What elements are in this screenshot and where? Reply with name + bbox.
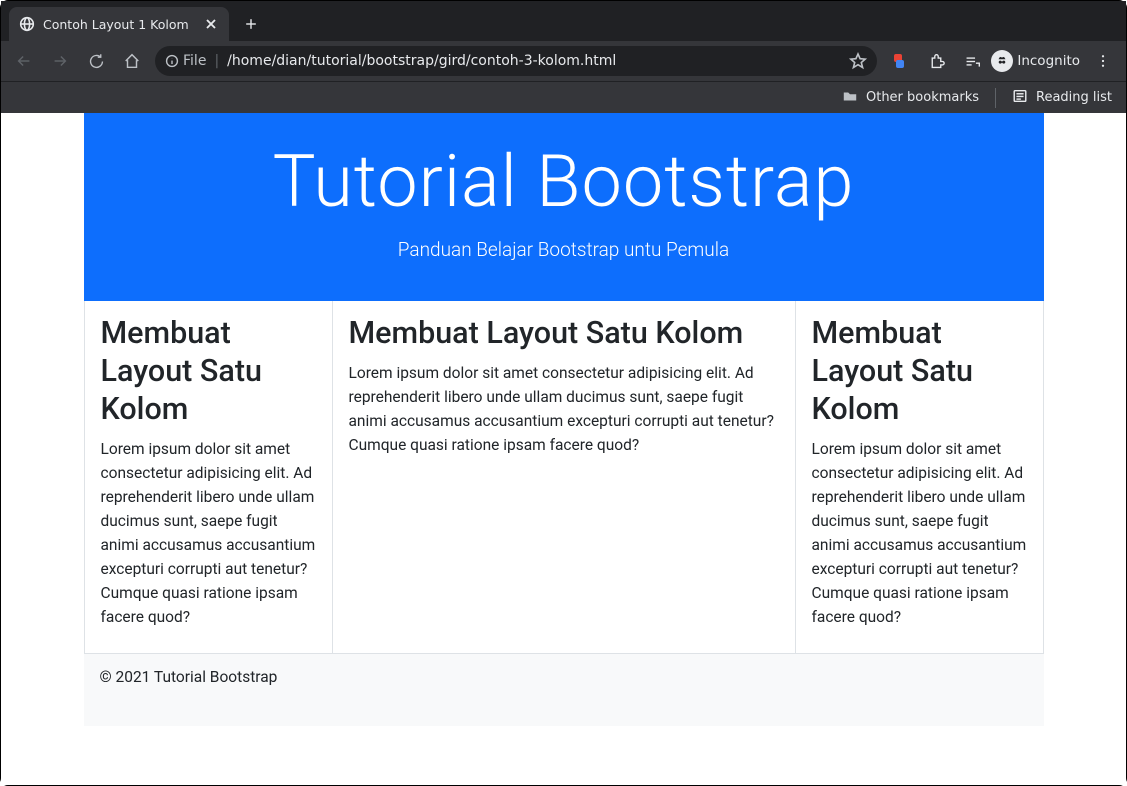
bookmarks-bar: Other bookmarks Reading list — [1, 81, 1126, 113]
article-body: Lorem ipsum dolor sit amet consectetur a… — [812, 437, 1027, 629]
article-title: Membuat Layout Satu Kolom — [812, 315, 1027, 429]
menu-button[interactable] — [1086, 46, 1120, 76]
page-viewport[interactable]: Tutorial Bootstrap Panduan Belajar Boots… — [1, 113, 1126, 785]
page-hero: Tutorial Bootstrap Panduan Belajar Boots… — [84, 113, 1044, 301]
globe-icon — [19, 16, 35, 32]
browser-toolbar: File | /home/dian/tutorial/bootstrap/gir… — [1, 41, 1126, 81]
home-button[interactable] — [115, 46, 149, 76]
hero-subtitle: Panduan Belajar Bootstrap untu Pemula — [84, 238, 1044, 261]
url-scheme-label: File — [183, 53, 206, 69]
article-column-1: Membuat Layout Satu Kolom Lorem ipsum do… — [84, 301, 333, 655]
url-separator: | — [214, 53, 219, 69]
browser-tab-active[interactable]: Contoh Layout 1 Kolom — [9, 7, 229, 41]
article-row: Membuat Layout Satu Kolom Lorem ipsum do… — [84, 301, 1044, 655]
bookmark-star-button[interactable] — [849, 52, 867, 70]
folder-icon — [842, 88, 858, 108]
article-column-3: Membuat Layout Satu Kolom Lorem ipsum do… — [796, 301, 1044, 655]
article-title: Membuat Layout Satu Kolom — [101, 315, 316, 429]
tab-title: Contoh Layout 1 Kolom — [43, 17, 195, 32]
article-column-2: Membuat Layout Satu Kolom Lorem ipsum do… — [333, 301, 796, 655]
forward-button[interactable] — [43, 46, 77, 76]
article-title: Membuat Layout Satu Kolom — [349, 315, 779, 353]
profile-avatar-button[interactable] — [991, 50, 1013, 72]
reading-list-icon — [1012, 88, 1028, 108]
close-tab-button[interactable] — [203, 16, 219, 32]
other-bookmarks-label: Other bookmarks — [866, 90, 979, 105]
tab-strip: Contoh Layout 1 Kolom — [1, 1, 1126, 41]
article-body: Lorem ipsum dolor sit amet consectetur a… — [349, 361, 779, 457]
browser-chrome: Contoh Layout 1 Kolom File | — [1, 1, 1126, 113]
new-tab-button[interactable] — [237, 10, 265, 38]
reading-list-button[interactable]: Reading list — [1006, 85, 1118, 111]
article-body: Lorem ipsum dolor sit amet consectetur a… — [101, 437, 316, 629]
separator — [995, 88, 996, 108]
reload-button[interactable] — [79, 46, 113, 76]
other-bookmarks-button[interactable]: Other bookmarks — [836, 85, 985, 111]
extensions-button[interactable] — [919, 46, 953, 76]
hero-title: Tutorial Bootstrap — [84, 141, 1044, 224]
media-control-button[interactable] — [955, 46, 989, 76]
incognito-label: Incognito — [1015, 53, 1084, 69]
address-bar[interactable]: File | /home/dian/tutorial/bootstrap/gir… — [155, 46, 877, 76]
page-container: Tutorial Bootstrap Panduan Belajar Boots… — [84, 113, 1044, 726]
footer-text: © 2021 Tutorial Bootstrap — [100, 668, 278, 686]
page-footer: © 2021 Tutorial Bootstrap — [84, 654, 1044, 726]
site-info-button[interactable]: File — [165, 53, 206, 69]
url-path: /home/dian/tutorial/bootstrap/gird/conto… — [227, 53, 841, 69]
reading-list-label: Reading list — [1036, 90, 1112, 105]
extension-icon-1[interactable] — [883, 46, 917, 76]
back-button[interactable] — [7, 46, 41, 76]
